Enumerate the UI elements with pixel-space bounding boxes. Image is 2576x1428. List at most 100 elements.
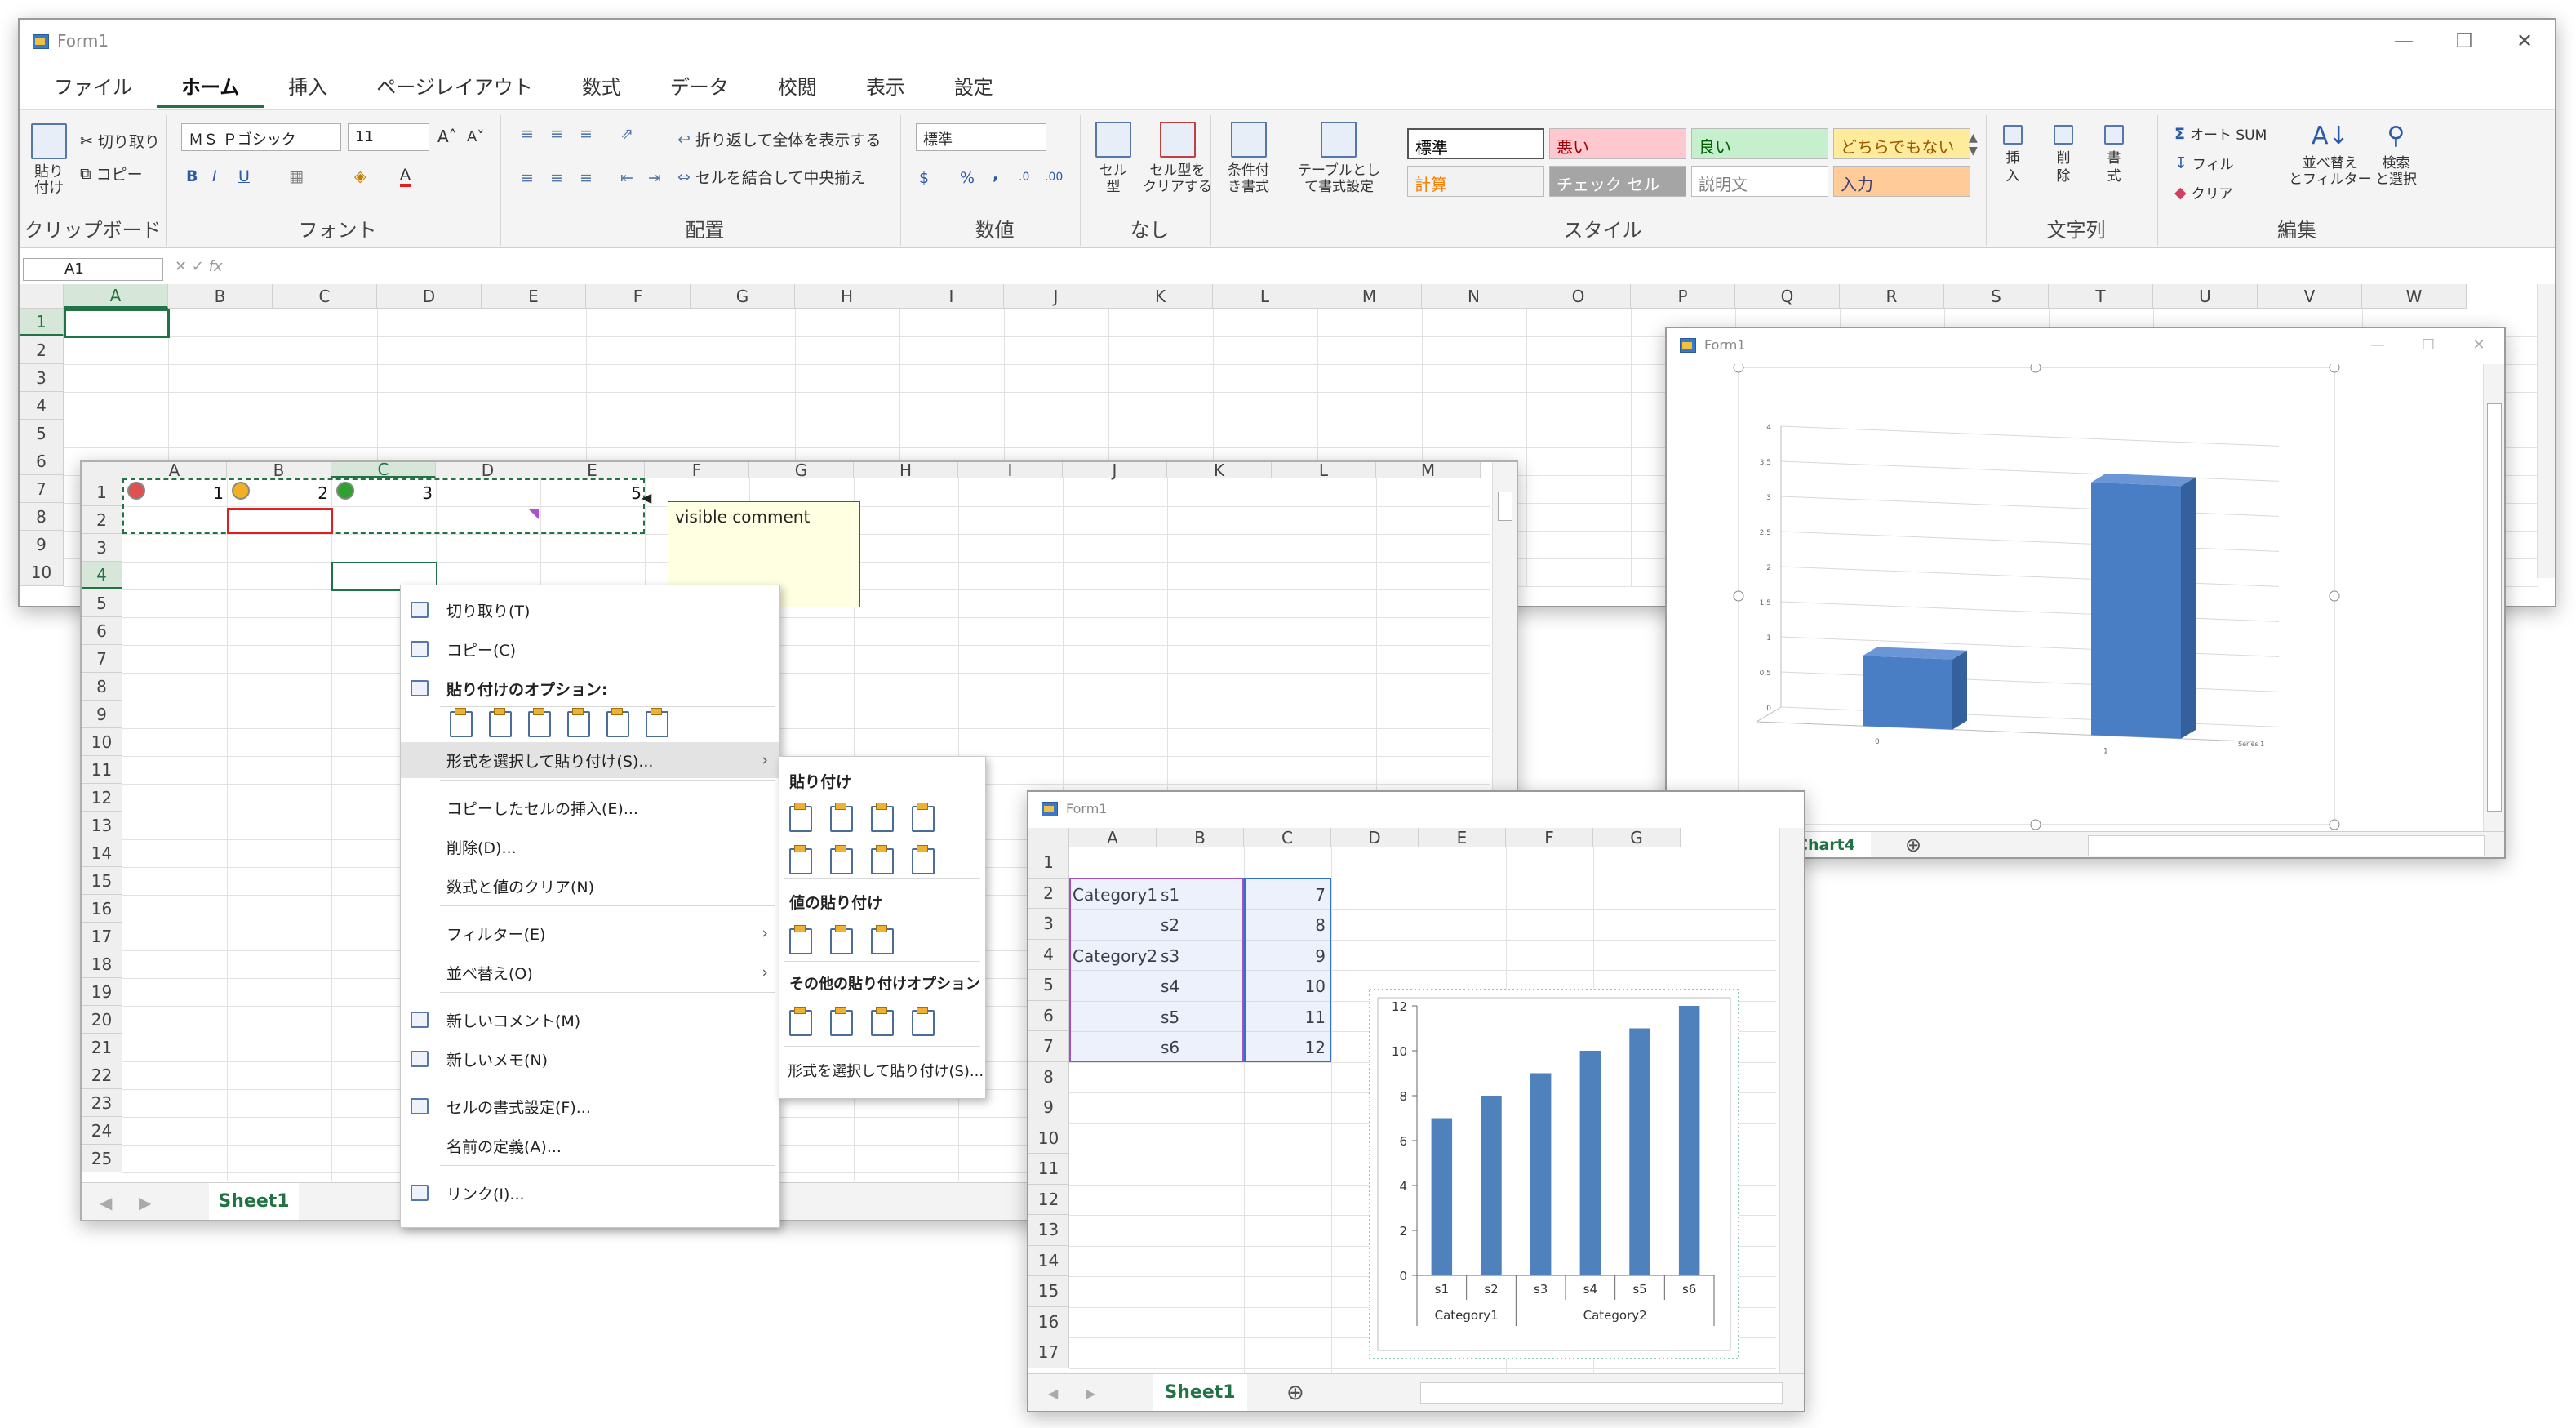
row-header[interactable]: 10 <box>82 728 122 756</box>
context-menu-item[interactable]: フィルター(E) › <box>401 915 779 951</box>
cell-style-6[interactable]: 説明文 <box>1691 166 1828 197</box>
context-menu-item[interactable]: セルの書式設定(F)... <box>401 1088 779 1124</box>
align-center-icon[interactable]: ≡ <box>550 169 563 187</box>
column-header[interactable]: E <box>540 462 645 480</box>
cell-style-0[interactable]: 標準 <box>1407 128 1544 159</box>
column-header[interactable]: B <box>227 462 331 480</box>
row-header[interactable]: 3 <box>1028 909 1069 940</box>
cell-type-button[interactable]: セル 型 <box>1095 122 1131 195</box>
row-header[interactable]: 18 <box>82 950 122 978</box>
paste-option-icon[interactable] <box>910 803 935 832</box>
column-header[interactable]: G <box>691 284 795 309</box>
paste-option-icon[interactable] <box>910 845 935 874</box>
column-header[interactable]: C <box>273 284 377 309</box>
ribbon-tab[interactable]: ページレイアウト <box>352 71 557 108</box>
row-header[interactable]: 13 <box>1028 1215 1069 1246</box>
orientation-icon[interactable]: ⇗ <box>620 125 633 143</box>
row-header[interactable]: 3 <box>20 364 64 392</box>
column-header[interactable]: S <box>1944 284 2049 309</box>
close-icon[interactable]: ✕ <box>2454 328 2504 361</box>
fill-button[interactable]: ↧ フィル <box>2174 153 2234 174</box>
row-header[interactable]: 8 <box>20 503 64 531</box>
context-menu-item[interactable]: 切り取り(T) <box>401 592 779 628</box>
row-header[interactable]: 8 <box>82 673 122 701</box>
maximize-icon[interactable]: ☐ <box>2403 328 2454 361</box>
paste-option-icon[interactable] <box>605 708 629 737</box>
row-header[interactable]: 23 <box>82 1089 122 1117</box>
column-header[interactable]: E <box>482 284 586 309</box>
minimize-icon[interactable]: — <box>2352 328 2403 361</box>
paste-option-icon[interactable] <box>910 1007 935 1036</box>
paste-option-icon[interactable] <box>869 1007 894 1036</box>
row-header[interactable]: 21 <box>82 1034 122 1061</box>
align-left-icon[interactable]: ≡ <box>521 169 534 187</box>
row-header[interactable]: 12 <box>82 784 122 812</box>
column-header[interactable]: U <box>2153 284 2258 309</box>
border-icon[interactable]: ▦ <box>289 167 304 185</box>
sheet-tab-sheet1[interactable]: Sheet1 <box>209 1183 299 1220</box>
paste-option-icon[interactable] <box>487 708 512 737</box>
context-menu-item[interactable]: 形式を選択して貼り付け(S)... › <box>401 742 779 778</box>
row-header[interactable]: 14 <box>1028 1245 1069 1276</box>
ribbon-tab[interactable]: データ <box>646 71 753 108</box>
row-header[interactable]: 6 <box>82 617 122 645</box>
column-header[interactable]: B <box>168 284 273 309</box>
row-header[interactable]: 5 <box>1028 970 1069 1001</box>
ribbon-tab[interactable]: ファイル <box>29 71 157 108</box>
paste-option-icon[interactable] <box>566 708 590 737</box>
context-menu-item[interactable]: リンク(I)... <box>401 1175 779 1211</box>
column-header[interactable]: R <box>1840 284 1944 309</box>
paste-option-icon[interactable] <box>869 803 894 832</box>
bold-button[interactable]: B <box>186 167 198 185</box>
column-header[interactable]: Q <box>1735 284 1840 309</box>
ribbon-tab[interactable]: ホーム <box>157 71 264 108</box>
shrink-font-icon[interactable]: A˅ <box>467 128 484 145</box>
row-header[interactable]: 22 <box>82 1061 122 1089</box>
tab-next-icon[interactable]: ▶ <box>1086 1386 1095 1401</box>
column-header[interactable]: F <box>645 462 749 480</box>
column-header[interactable]: L <box>1213 284 1317 309</box>
chart3d-vscroll-thumb[interactable] <box>2487 403 2502 812</box>
paste-option-icon[interactable] <box>788 845 812 874</box>
column-header[interactable]: L <box>1272 462 1376 480</box>
row-header[interactable]: 4 <box>20 392 64 420</box>
row-header[interactable]: 10 <box>1028 1123 1069 1154</box>
column-header[interactable]: D <box>436 462 540 480</box>
paste-option-icon[interactable] <box>788 803 812 832</box>
column-header[interactable]: I <box>958 462 1063 480</box>
data-hscroll[interactable] <box>1420 1382 1783 1404</box>
cell-style-2[interactable]: 良い <box>1691 128 1828 159</box>
row-header[interactable]: 17 <box>1028 1337 1069 1368</box>
wrap-text-button[interactable]: ↩ 折り返して全体を表示する <box>677 128 881 150</box>
sort-filter-button[interactable]: A↓ 並べ替え とフィルター <box>2289 122 2372 188</box>
align-middle-icon[interactable]: ≡ <box>550 125 563 143</box>
row-header[interactable]: 9 <box>20 531 64 558</box>
cut-button[interactable]: ✂ 切り取り <box>80 130 160 152</box>
paste-option-icon[interactable] <box>788 1007 812 1036</box>
column-header[interactable]: I <box>899 284 1004 309</box>
column-header[interactable]: A <box>122 462 227 480</box>
row-header[interactable]: 8 <box>1028 1061 1069 1092</box>
column-header[interactable]: B <box>1157 828 1244 847</box>
column-header[interactable]: E <box>1419 828 1506 847</box>
name-box[interactable]: A1 <box>23 258 163 281</box>
cell-style-7[interactable]: 入力 <box>1833 166 1970 197</box>
paste-special-item[interactable]: 形式を選択して貼り付け(S)... <box>779 1052 985 1088</box>
paste-option-icon[interactable] <box>644 708 668 737</box>
row-header[interactable]: 19 <box>82 978 122 1006</box>
paste-button[interactable]: 貼り 付け <box>31 123 67 197</box>
row-header[interactable]: 10 <box>20 558 64 586</box>
column-header[interactable]: H <box>795 284 899 309</box>
paste-option-icon[interactable] <box>526 708 551 737</box>
ribbon-tab[interactable]: 表示 <box>842 71 930 108</box>
cell-style-4[interactable]: 計算 <box>1407 166 1544 197</box>
row-header[interactable]: 25 <box>82 1145 122 1172</box>
column-header[interactable]: T <box>2049 284 2153 309</box>
context-menu-item[interactable]: コピー(C) <box>401 631 779 667</box>
close-icon[interactable]: ✕ <box>2494 20 2555 62</box>
comma-button[interactable]: , <box>993 166 998 184</box>
row-header[interactable]: 4 <box>1028 939 1069 970</box>
row-header[interactable]: 5 <box>20 420 64 447</box>
row-header[interactable]: 13 <box>82 812 122 839</box>
row-header[interactable]: 6 <box>1028 1000 1069 1031</box>
